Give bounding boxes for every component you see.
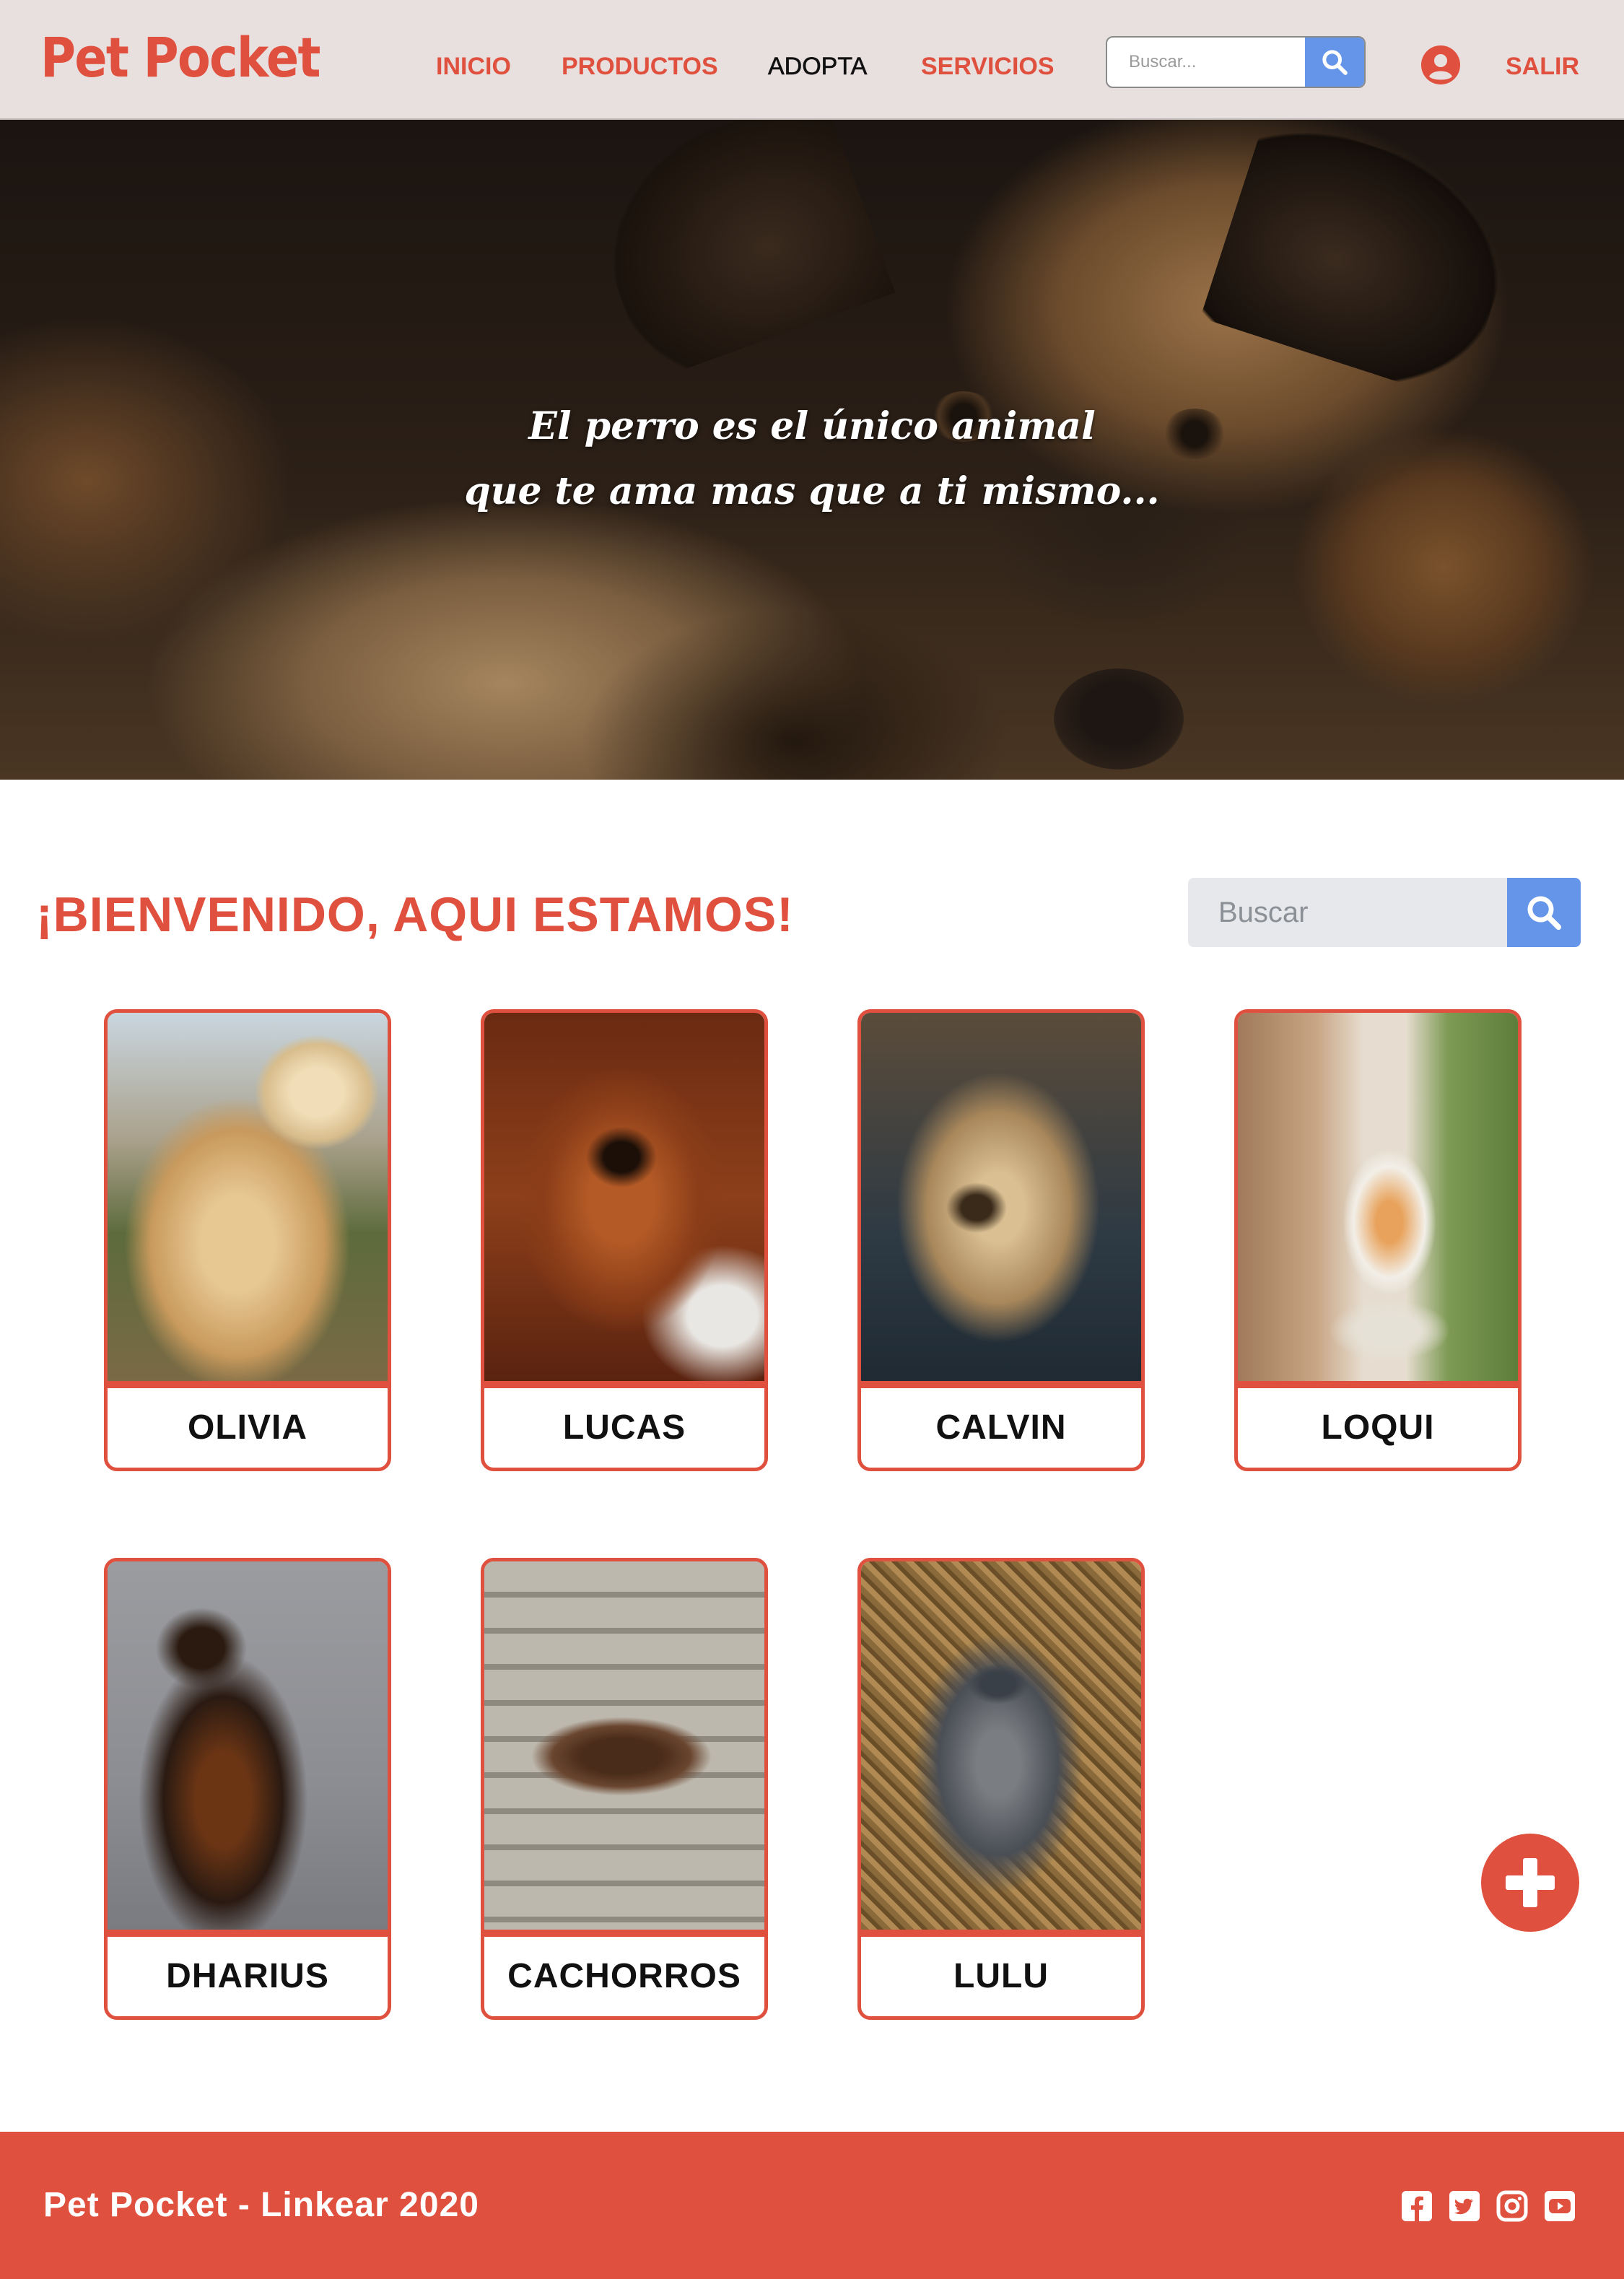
pet-name: CACHORROS [507, 1957, 741, 1995]
pet-card-lucas[interactable]: LUCAS [481, 1009, 768, 1471]
card-divider [108, 1381, 388, 1388]
logout-link[interactable]: SALIR [1506, 52, 1579, 81]
pet-photo [1238, 1013, 1518, 1381]
hero-banner: El perro es el único animal que te ama m… [0, 120, 1624, 780]
footer: Pet Pocket - Linkear 2020 [0, 2132, 1624, 2279]
facebook-icon[interactable] [1400, 2189, 1433, 2223]
nav-item-servicios[interactable]: SERVICIOS [921, 52, 1055, 81]
pet-card-olivia[interactable]: OLIVIA [104, 1009, 391, 1471]
pets-search-button[interactable] [1507, 878, 1581, 947]
card-divider [1238, 1381, 1518, 1388]
page-title: ¡BIENVENIDO, AQUI ESTAMOS! [36, 887, 794, 942]
card-divider [108, 1930, 388, 1937]
pet-name: LOQUI [1321, 1408, 1435, 1447]
pet-name: DHARIUS [166, 1957, 329, 1995]
card-divider [861, 1381, 1141, 1388]
search-icon [1527, 896, 1562, 931]
hero-quote: El perro es el único animal que te ama m… [0, 394, 1624, 524]
pet-name: LULU [953, 1957, 1049, 1995]
pet-photo [484, 1013, 764, 1381]
youtube-icon[interactable] [1543, 2189, 1576, 2223]
header-search-button[interactable] [1305, 38, 1364, 87]
card-divider [484, 1381, 764, 1388]
pet-name: OLIVIA [187, 1408, 307, 1447]
hero-photo-detail [1200, 120, 1529, 403]
pet-photo [861, 1013, 1141, 1381]
user-circle-icon[interactable] [1420, 45, 1461, 85]
plus-icon [1506, 1858, 1555, 1907]
pet-card-cachorros[interactable]: CACHORROS [481, 1558, 768, 2020]
add-pet-button[interactable] [1481, 1834, 1579, 1932]
header-search [1106, 36, 1366, 88]
hero-quote-line: que te ama mas que a ti mismo... [464, 469, 1160, 513]
pet-photo [108, 1013, 388, 1381]
twitter-icon[interactable] [1448, 2189, 1481, 2223]
hero-quote-line: El perro es el único animal [528, 404, 1096, 448]
pet-card-dharius[interactable]: DHARIUS [104, 1558, 391, 2020]
instagram-icon[interactable] [1496, 2189, 1529, 2223]
pet-name: CALVIN [935, 1408, 1067, 1447]
pets-search [1188, 878, 1581, 947]
pet-card-lulu[interactable]: LULU [857, 1558, 1145, 2020]
card-divider [861, 1930, 1141, 1937]
pet-name: LUCAS [562, 1408, 686, 1447]
pets-search-input[interactable] [1188, 878, 1509, 947]
nav-item-inicio[interactable]: INICIO [436, 52, 511, 81]
nav-item-productos[interactable]: PRODUCTOS [562, 52, 718, 81]
hero-photo-detail [1054, 668, 1184, 770]
pet-photo [861, 1561, 1141, 1930]
footer-text: Pet Pocket - Linkear 2020 [43, 2186, 479, 2224]
pet-photo [108, 1561, 388, 1930]
nav-item-adopta[interactable]: ADOPTA [768, 52, 868, 81]
site-logo[interactable]: Pet Pocket [40, 30, 320, 85]
pet-card-loqui[interactable]: LOQUI [1234, 1009, 1522, 1471]
header-search-input[interactable] [1107, 38, 1309, 87]
search-icon [1322, 50, 1348, 75]
top-navbar: Pet Pocket INICIO PRODUCTOS ADOPTA SERVI… [0, 0, 1624, 120]
pet-photo [484, 1561, 764, 1930]
hero-photo-detail [577, 120, 896, 382]
card-divider [484, 1930, 764, 1937]
pet-card-calvin[interactable]: CALVIN [857, 1009, 1145, 1471]
